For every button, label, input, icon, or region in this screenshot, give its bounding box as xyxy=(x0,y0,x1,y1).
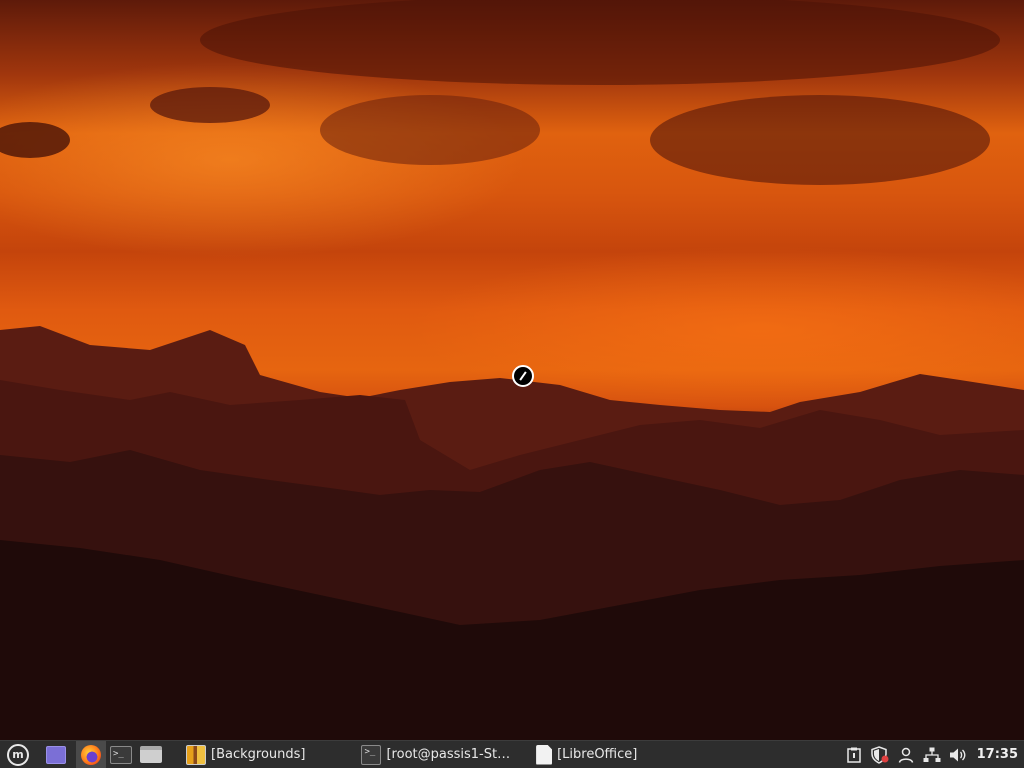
clock[interactable]: 17:35 xyxy=(971,747,1024,762)
taskbar-window-libreoffice[interactable]: [LibreOffice] xyxy=(530,741,643,768)
window-label: [LibreOffice] xyxy=(557,747,638,762)
user-icon[interactable] xyxy=(893,741,919,768)
terminal-icon: >_ xyxy=(110,745,132,764)
document-icon xyxy=(536,744,553,765)
file-manager-launcher[interactable] xyxy=(136,741,166,768)
busy-cursor-icon xyxy=(512,365,534,387)
clipboard-icon[interactable] xyxy=(841,741,867,768)
show-desktop-button[interactable] xyxy=(36,741,76,768)
taskbar-window-terminal[interactable]: >_ [root@passis1-St… xyxy=(355,741,516,768)
mountain-landscape xyxy=(0,0,1024,740)
terminal-icon: >_ xyxy=(361,744,382,765)
menu-button[interactable]: m xyxy=(0,741,36,768)
firefox-launcher[interactable] xyxy=(76,740,106,768)
taskbar: m >_ [Backgrounds] >_ [root@passis1-St… … xyxy=(0,740,1024,768)
volume-icon[interactable] xyxy=(945,741,971,768)
terminal-launcher[interactable]: >_ xyxy=(106,741,136,768)
system-tray: 17:35 xyxy=(841,741,1024,768)
backgrounds-icon xyxy=(186,744,206,765)
taskbar-window-backgrounds[interactable]: [Backgrounds] xyxy=(180,741,311,768)
file-manager-icon xyxy=(140,746,162,763)
update-shield-icon[interactable] xyxy=(867,741,893,768)
firefox-icon xyxy=(81,744,101,765)
show-desktop-icon xyxy=(46,745,66,764)
linux-mint-logo-icon: m xyxy=(7,743,29,766)
window-label: [root@passis1-St… xyxy=(386,747,511,762)
desktop-wallpaper xyxy=(0,0,1024,740)
network-icon[interactable] xyxy=(919,741,945,768)
window-label: [Backgrounds] xyxy=(211,747,306,762)
